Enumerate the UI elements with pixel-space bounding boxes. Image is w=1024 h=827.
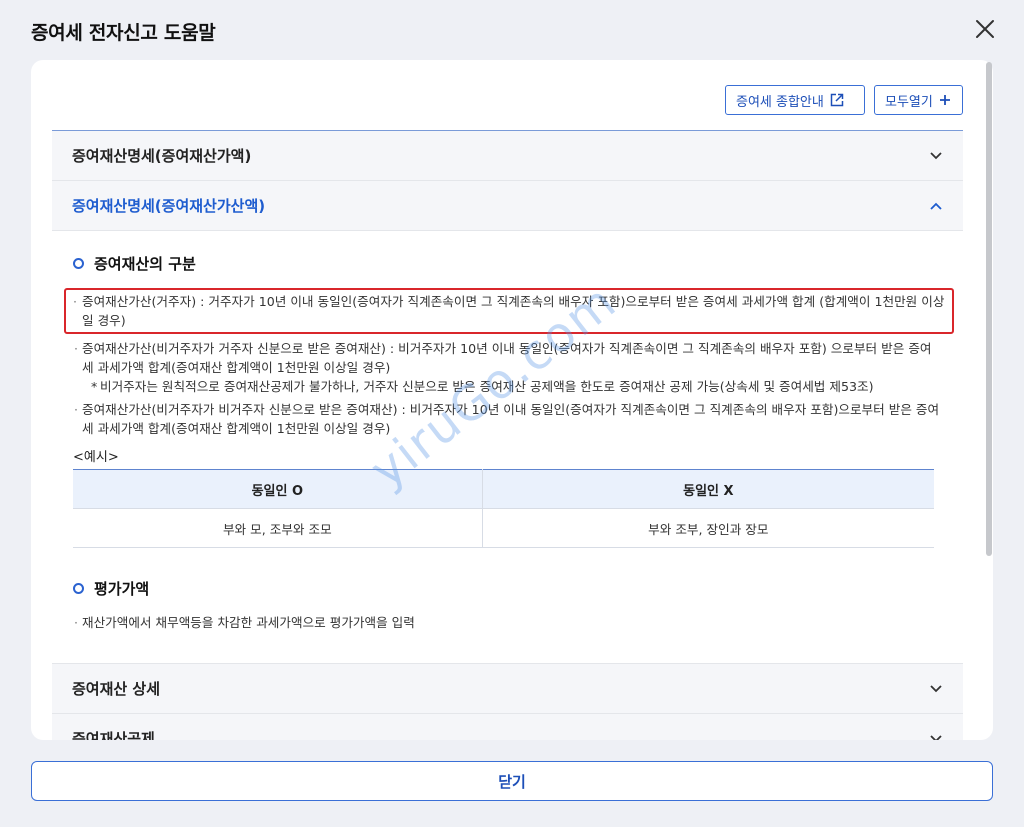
section-title-valuation: 평가가액 xyxy=(73,578,942,599)
accordion-label: 증여재산명세(증여재산가액) xyxy=(72,147,252,165)
example-table: 동일인 O 동일인 X 부와 모, 조부와 조모 부와 조부, 장인과 장모 xyxy=(73,469,934,548)
list-item-valuation: · 재산가액에서 채무액등을 차감한 과세가액으로 평가가액을 입력 xyxy=(73,613,942,632)
guide-button-label: 증여세 종합안내 xyxy=(736,94,824,110)
circle-bullet-icon xyxy=(73,583,84,594)
accordion-label: 증여재산명세(증여재산가산액) xyxy=(72,197,266,215)
list-item-text: 증여재산가산(비거주자가 비거주자 신분으로 받은 증여재산) : 비거주자가 … xyxy=(82,402,940,436)
accordion-header-gift-property-value[interactable]: 증여재산명세(증여재산가액) xyxy=(52,131,963,181)
expand-all-label: 모두열기 xyxy=(885,94,933,110)
chevron-up-icon xyxy=(930,202,942,210)
circle-bullet-icon xyxy=(73,258,84,269)
bullet-dot-icon: · xyxy=(73,294,78,309)
list-item-text: 재산가액에서 채무액등을 차감한 과세가액으로 평가가액을 입력 xyxy=(82,615,415,630)
chevron-down-icon xyxy=(930,684,942,692)
accordion-header-gift-property-detail[interactable]: 증여재산 상세 xyxy=(52,664,963,714)
section-title-text: 평가가액 xyxy=(94,580,150,598)
scrollbar-thumb[interactable] xyxy=(986,62,992,556)
list-item-nonresident: · 증여재산가산(비거주자가 비거주자 신분으로 받은 증여재산) : 비거주자… xyxy=(73,400,942,438)
table-header-row: 동일인 O 동일인 X xyxy=(73,469,934,509)
chevron-down-icon xyxy=(930,151,942,159)
note-nonresident-deduction: * 비거주자는 원칙적으로 증여재산공제가 불가하나, 거주자 신분으로 받은 … xyxy=(73,377,942,396)
dialog-title: 증여세 전자신고 도움말 xyxy=(31,22,216,44)
accordion-label: 증여재산 상세 xyxy=(72,680,161,698)
external-link-icon xyxy=(830,93,844,107)
section-title-text: 증여재산의 구분 xyxy=(94,255,196,273)
bullet-dot-icon: · xyxy=(74,402,79,417)
expand-all-button[interactable]: 모두열기 xyxy=(874,85,963,115)
table-cell: 부와 모, 조부와 조모 xyxy=(73,508,483,548)
table-header-cell: 동일인 O xyxy=(73,469,483,509)
list-item-text: 증여재산가산(거주자) : 거주자가 10년 이내 동일인(증여자가 직계존속이… xyxy=(82,294,945,328)
example-label: <예시> xyxy=(73,450,119,465)
section-title-classification: 증여재산의 구분 xyxy=(73,253,942,274)
table-header-cell: 동일인 X xyxy=(481,469,934,509)
gift-tax-guide-button[interactable]: 증여세 종합안내 xyxy=(725,85,865,115)
asterisk-icon: * xyxy=(91,379,98,394)
accordion-label: 증여재산공제 xyxy=(72,730,155,740)
note-text: 비거주자는 원칙적으로 증여재산공제가 불가하나, 거주자 신분으로 받은 증여… xyxy=(100,379,874,394)
bullet-dot-icon: · xyxy=(74,615,79,630)
accordion-header-gift-deduction[interactable]: 증여재산공제 xyxy=(52,714,963,740)
help-content-panel: 증여세 종합안내 모두열기 증여재산명세(증여재산가액) 증여재산명세(증여재산… xyxy=(31,60,993,740)
list-item-nonresident-as-resident: · 증여재산가산(비거주자가 거주자 신분으로 받은 증여재산) : 비거주자가… xyxy=(73,339,942,377)
table-row: 부와 모, 조부와 조모 부와 조부, 장인과 장모 xyxy=(73,508,934,548)
dialog-header: 증여세 전자신고 도움말 xyxy=(0,0,1024,60)
bullet-dot-icon: · xyxy=(74,341,79,356)
plus-icon xyxy=(939,95,950,105)
close-icon[interactable] xyxy=(972,16,998,42)
close-dialog-button[interactable]: 닫기 xyxy=(31,761,993,801)
accordion-header-gift-property-addition[interactable]: 증여재산명세(증여재산가산액) xyxy=(52,181,963,231)
chevron-down-icon xyxy=(930,734,942,740)
accordion-body-gift-property-addition: 증여재산의 구분 · 증여재산가산(거주자) : 거주자가 10년 이내 동일인… xyxy=(52,231,963,664)
help-accordion: 증여재산명세(증여재산가액) 증여재산명세(증여재산가산액) 증여재산의 구분 … xyxy=(52,130,963,740)
list-item-text: 증여재산가산(비거주자가 거주자 신분으로 받은 증여재산) : 비거주자가 1… xyxy=(82,341,932,375)
top-button-group: 증여세 종합안내 모두열기 xyxy=(725,85,963,115)
close-button-label: 닫기 xyxy=(498,772,526,791)
list-item-resident-highlighted: · 증여재산가산(거주자) : 거주자가 10년 이내 동일인(증여자가 직계존… xyxy=(64,288,954,334)
table-cell: 부와 조부, 장인과 장모 xyxy=(481,508,934,548)
